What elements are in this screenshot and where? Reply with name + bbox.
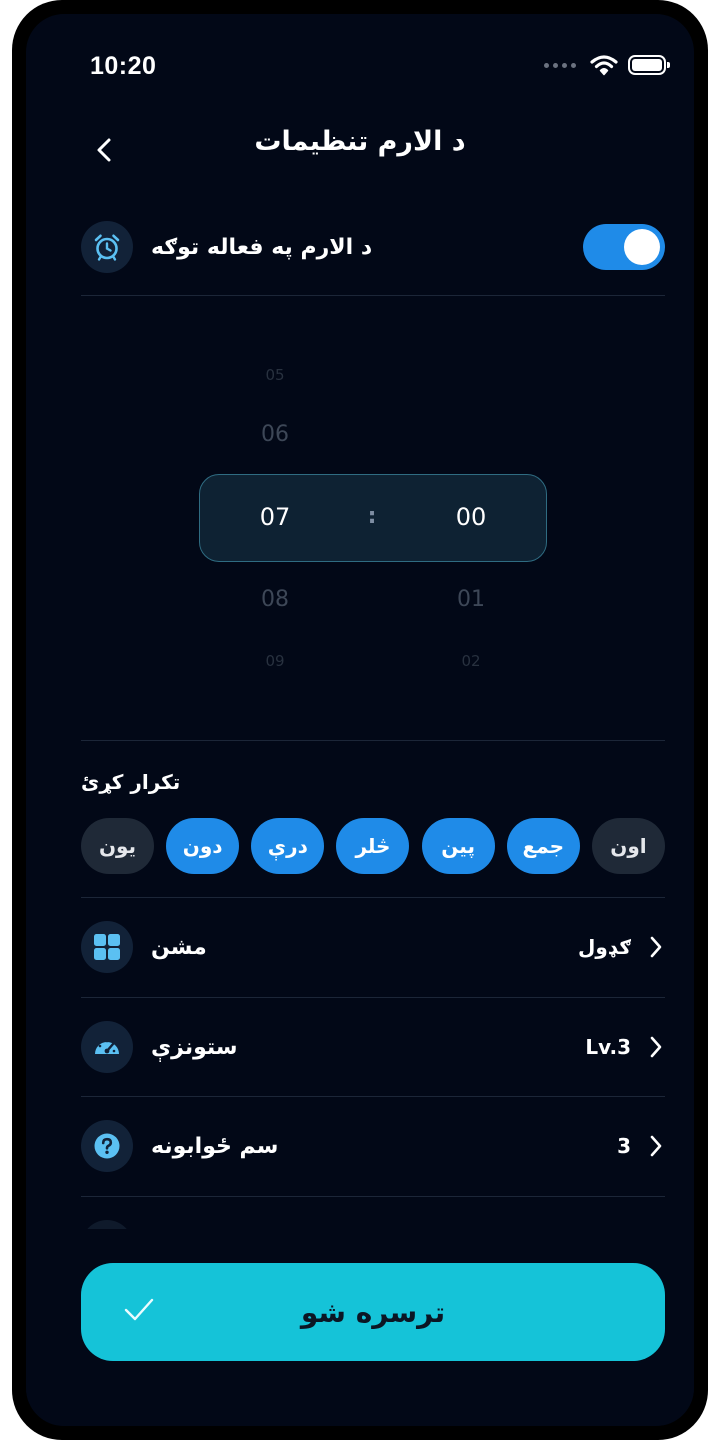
setting-value: ګډول [578, 935, 631, 959]
toggle-knob [624, 229, 660, 265]
day-chip[interactable]: جمع [506, 818, 580, 874]
alarm-clock-icon [81, 221, 133, 273]
alarm-enable-label: د الارم په فعاله توګه [151, 234, 373, 260]
day-chip[interactable]: يون [81, 818, 154, 874]
setting-label: ستونزې [151, 1034, 238, 1060]
hour-option[interactable]: 05 [225, 366, 325, 384]
grid-icon [81, 921, 133, 973]
time-separator: : [367, 504, 377, 529]
check-icon [124, 1298, 154, 1321]
minute-option[interactable]: 01 [421, 587, 521, 612]
divider [81, 1096, 665, 1097]
battery-icon [628, 55, 670, 75]
alarm-enable-toggle[interactable] [583, 224, 665, 270]
divider [81, 897, 665, 898]
divider [81, 295, 665, 296]
day-chip[interactable]: پين [421, 818, 495, 874]
alarm-enable-row: د الارم په فعاله توګه [81, 219, 665, 275]
status-icons [544, 54, 670, 76]
hour-option[interactable]: 09 [225, 652, 325, 670]
hour-option[interactable]: 06 [225, 422, 325, 447]
phone-frame: 10:20 د الارم تنظیمات د الارم په فعاله ت… [12, 0, 708, 1440]
setting-value: Lv.3 [585, 1035, 631, 1059]
minute-selected[interactable]: 00 [421, 503, 521, 531]
back-button[interactable] [84, 130, 124, 170]
signal-icon [544, 62, 576, 68]
divider [81, 740, 665, 741]
day-chip[interactable]: دون [166, 818, 240, 874]
hour-selected[interactable]: 07 [225, 503, 325, 531]
screen: 10:20 د الارم تنظیمات د الارم په فعاله ت… [26, 14, 694, 1426]
page-title: د الارم تنظیمات [254, 126, 466, 157]
hour-option[interactable]: 08 [225, 587, 325, 612]
minute-option[interactable]: 02 [421, 652, 521, 670]
repeat-days: يون دون درې څلر پين جمع اون [81, 818, 665, 874]
day-chip[interactable]: درې [251, 818, 325, 874]
chevron-right-icon [649, 935, 665, 959]
setting-row-correct-answers[interactable]: سم ځوابونه 3 [81, 1120, 665, 1172]
setting-label: مشن [151, 934, 207, 960]
done-button[interactable]: ترسره شو [81, 1263, 665, 1361]
speedometer-icon [81, 1021, 133, 1073]
wifi-icon [590, 55, 618, 76]
chevron-right-icon [649, 1134, 665, 1158]
chevron-right-icon [649, 1035, 665, 1059]
setting-label: سم ځوابونه [151, 1133, 279, 1159]
setting-value: 3 [617, 1134, 631, 1158]
question-icon [81, 1120, 133, 1172]
divider [81, 1196, 665, 1197]
day-chip[interactable]: څلر [336, 818, 410, 874]
divider [81, 997, 665, 998]
chevron-left-icon [97, 138, 111, 162]
status-time: 10:20 [90, 52, 157, 80]
setting-row-difficulty[interactable]: ستونزې Lv.3 [81, 1021, 665, 1073]
day-chip[interactable]: اون [591, 818, 665, 874]
repeat-title: تکرار کړئ [81, 770, 181, 794]
done-button-label: ترسره شو [300, 1295, 446, 1329]
setting-row-mission[interactable]: مشن ګډول [81, 921, 665, 973]
